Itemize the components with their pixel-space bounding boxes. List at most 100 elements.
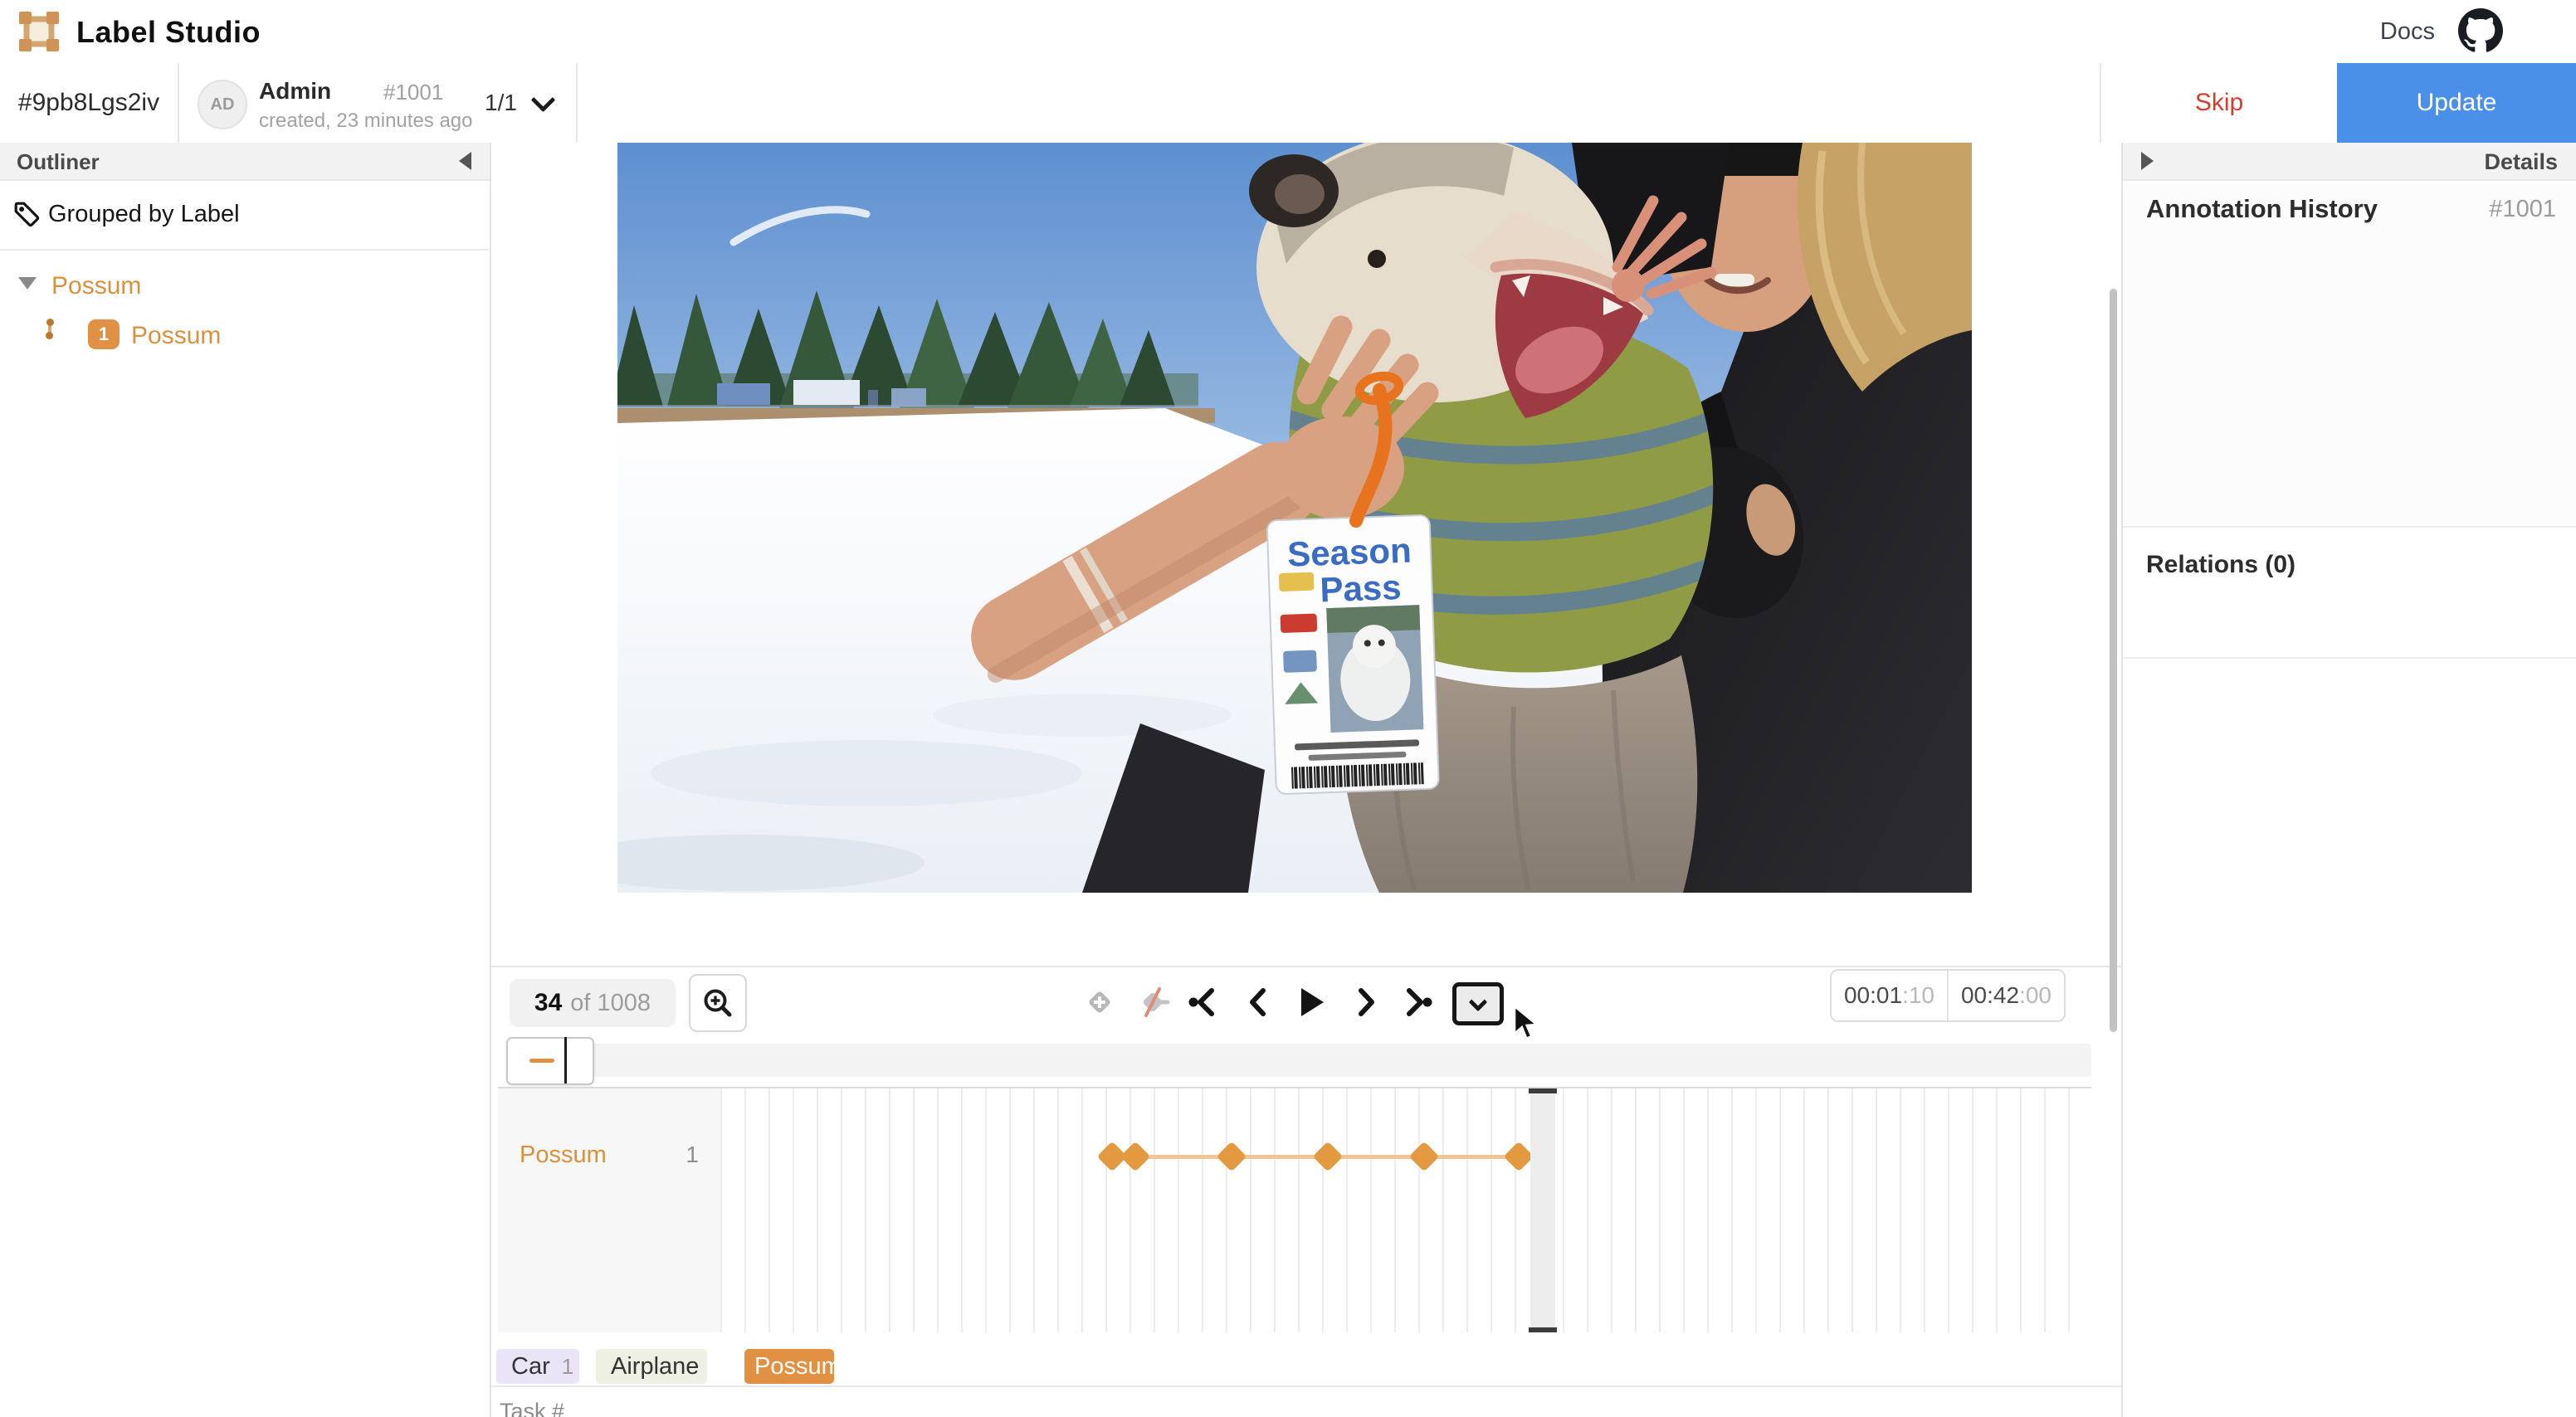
label-name: Possum	[754, 1353, 834, 1380]
region-label: Possum	[131, 322, 221, 350]
track-label: Possum	[520, 1142, 607, 1169]
workspace: Season Pass	[491, 143, 2121, 1417]
app-title: Label Studio	[76, 15, 261, 50]
region-rect-icon	[48, 320, 51, 338]
docs-link[interactable]: Docs	[2380, 18, 2435, 46]
remove-keyframe-button[interactable]	[1132, 982, 1173, 1022]
outliner-group-possum[interactable]: Possum	[0, 261, 490, 310]
play-button[interactable]	[1290, 982, 1331, 1022]
zoom-in-button[interactable]	[689, 974, 747, 1032]
annotation-created: created, 23 minutes ago	[259, 110, 473, 133]
label-name: Airplane	[611, 1353, 699, 1380]
current-frame: 34	[534, 989, 562, 1017]
keyframe-diamond[interactable]	[1504, 1142, 1534, 1172]
grouping-label: Grouped by Label	[48, 201, 240, 228]
keyframe-diamond[interactable]	[1313, 1142, 1344, 1172]
chevron-down-icon[interactable]	[531, 88, 556, 113]
timeline-minimap-track[interactable]	[511, 1044, 2091, 1077]
outliner-region-possum[interactable]: 1 Possum	[0, 310, 490, 360]
collapse-left-icon[interactable]	[459, 152, 471, 170]
annotation-history-title: Annotation History	[2146, 194, 2378, 224]
keyframe-diamond[interactable]	[1217, 1142, 1247, 1172]
region-index-badge: 1	[88, 319, 120, 349]
chevron-left-icon	[1241, 984, 1277, 1020]
keyframe-diamond[interactable]	[1120, 1142, 1151, 1172]
next-keyframe-icon	[1398, 984, 1435, 1020]
collapse-right-icon[interactable]	[2141, 152, 2154, 170]
total-frames: of 1008	[570, 990, 651, 1017]
outliner-header: Outliner	[0, 143, 490, 181]
toggle-timeline-button[interactable]	[1452, 982, 1504, 1025]
label-studio-logo-icon	[18, 11, 60, 52]
divider	[491, 1385, 2121, 1387]
avatar[interactable]: AD	[198, 80, 247, 129]
update-button[interactable]: Update	[2337, 63, 2576, 143]
timeline-grid[interactable]	[720, 1087, 2091, 1332]
add-keyframe-button[interactable]	[1079, 982, 1120, 1022]
magnifier-plus-icon	[701, 986, 734, 1020]
minimap-region-marker	[529, 1059, 554, 1063]
time-frames: :00	[2019, 982, 2052, 1009]
details-panel: Details Annotation History #1001 Relatio…	[2121, 143, 2576, 1417]
outliner-title: Outliner	[17, 149, 100, 175]
grouping-selector[interactable]: Grouped by Label	[0, 179, 490, 251]
outliner-panel: Outliner Grouped by Label Possum 1 Possu…	[0, 143, 491, 1417]
details-title: Details	[2484, 149, 2558, 175]
video-frame[interactable]: Season Pass	[617, 143, 1972, 893]
keyframe-cut-icon	[1134, 984, 1171, 1020]
season-pass-badge: Season Pass	[1267, 515, 1439, 795]
track-region-count: 1	[685, 1142, 699, 1168]
next-frame-button[interactable]	[1344, 982, 1386, 1022]
video-content: Season Pass	[617, 143, 1972, 893]
divider	[576, 63, 578, 143]
annotation-history-section	[2123, 181, 2576, 526]
skip-button[interactable]: Skip	[2101, 63, 2337, 143]
mouse-cursor	[1512, 1006, 1544, 1042]
label-studio-app: Label Studio Docs #9pb8Lgs2iv AD Admin #…	[0, 0, 2576, 1417]
label-chip-car[interactable]: Car 1	[496, 1349, 579, 1384]
keyframe-add-icon	[1081, 984, 1118, 1020]
tag-icon	[13, 201, 40, 227]
label-chip-airplane[interactable]: Airplane 2	[596, 1349, 707, 1384]
task-id[interactable]: #9pb8Lgs2iv	[0, 63, 178, 143]
divider	[2123, 526, 2576, 528]
label-hotkey: 1	[562, 1354, 573, 1380]
github-icon[interactable]	[2458, 8, 2503, 57]
divider	[178, 63, 179, 143]
divider	[2123, 657, 2576, 659]
annotation-pager: 1/1	[485, 90, 517, 116]
prev-keyframe-button[interactable]	[1183, 982, 1225, 1022]
minimap-playhead[interactable]	[564, 1037, 567, 1083]
next-keyframe-button[interactable]	[1396, 982, 1437, 1022]
current-time[interactable]: 00:01:10	[1832, 971, 1949, 1020]
label-name: Car	[511, 1353, 550, 1380]
top-bar: Label Studio Docs	[0, 0, 2576, 65]
prev-keyframe-icon	[1186, 984, 1222, 1020]
annotation-nav-bar: #9pb8Lgs2iv AD Admin #1001 created, 23 m…	[0, 63, 2576, 144]
timeline-seeker[interactable]	[1530, 1088, 1555, 1332]
time-frames: :10	[1902, 982, 1934, 1009]
time-main: 00:42	[1961, 982, 2019, 1009]
task-footer: Task #	[500, 1399, 564, 1417]
expander-icon[interactable]	[18, 277, 37, 290]
label-chip-possum[interactable]: Possum 3	[744, 1349, 834, 1384]
chevron-down-icon	[1469, 993, 1488, 1012]
details-header: Details	[2123, 143, 2576, 181]
chevron-right-icon	[1347, 984, 1383, 1020]
keyframe-diamond[interactable]	[1409, 1142, 1440, 1172]
time-main: 00:01	[1844, 982, 1902, 1009]
annotator-name: Admin	[259, 78, 331, 105]
annotation-id: #1001	[383, 80, 443, 105]
time-display: 00:01:10 00:42:00	[1830, 969, 2066, 1022]
badge-title-line2: Pass	[1320, 567, 1403, 609]
scrollbar-thumb[interactable]	[2110, 289, 2117, 1032]
frame-counter[interactable]: 34 of 1008	[510, 979, 676, 1027]
prev-frame-button[interactable]	[1238, 982, 1280, 1022]
play-icon	[1292, 984, 1329, 1020]
relations-title: Relations (0)	[2146, 551, 2295, 579]
group-label: Possum	[51, 272, 141, 300]
timeline-track-header[interactable]: Possum 1	[498, 1087, 720, 1332]
total-time: 00:42:00	[1949, 971, 2064, 1020]
timeline-minimap-window[interactable]	[506, 1037, 594, 1085]
annotation-history-id: #1001	[2489, 196, 2556, 223]
